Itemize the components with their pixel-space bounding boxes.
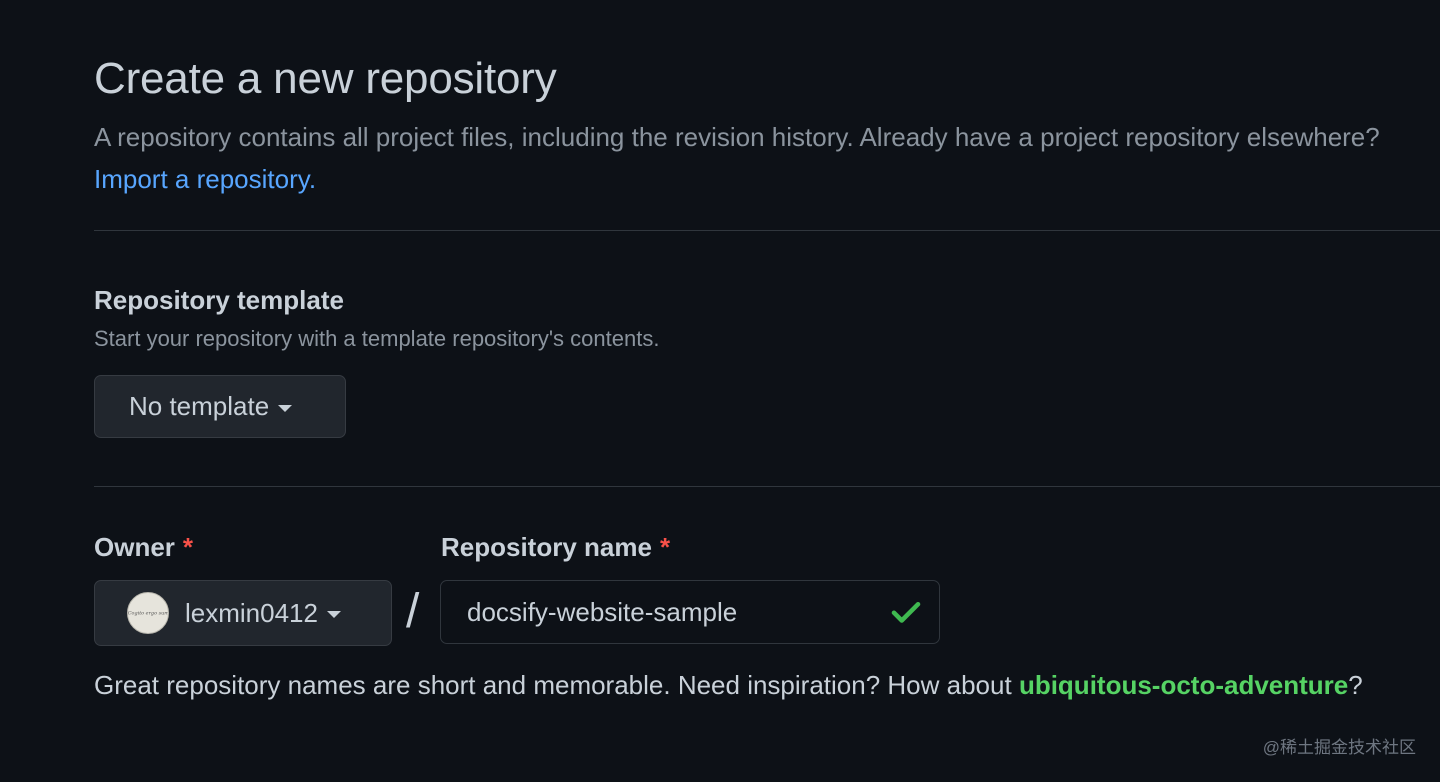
repo-name-label-text: Repository name [441, 532, 652, 562]
check-icon [891, 601, 921, 623]
template-section-note: Start your repository with a template re… [94, 326, 660, 351]
watermark: @稀土掘金技术社区 [1262, 738, 1416, 757]
hint-text: Great repository names are short and mem… [94, 670, 1012, 700]
repo-name-input[interactable] [441, 581, 889, 643]
avatar: Cogito ergo sum [127, 592, 169, 634]
name-suggestion-link[interactable]: ubiquitous-octo-adventure [1019, 670, 1348, 700]
owner-repo-separator: / [406, 585, 420, 638]
template-button-label: No template [129, 391, 270, 421]
hint-end: ? [1348, 670, 1363, 700]
repo-name-field [440, 580, 940, 644]
owner-name: lexmin0412 [185, 597, 318, 628]
import-repository-link[interactable]: Import a repository. [94, 164, 316, 194]
page-description: A repository contains all project files,… [94, 116, 1414, 200]
owner-label-text: Owner [94, 532, 175, 562]
page-title: Create a new repository [94, 54, 557, 103]
caret-down-icon [326, 611, 341, 618]
required-mark: * [182, 532, 194, 562]
owner-select-button[interactable]: Cogito ergo sum lexmin0412 [94, 580, 392, 646]
description-text: A repository contains all project files,… [94, 122, 1380, 152]
owner-label: Owner * [94, 532, 193, 563]
required-mark: * [659, 532, 671, 562]
repo-name-label: Repository name * [441, 532, 670, 563]
avatar-text: Cogito ergo sum [127, 610, 169, 616]
template-select-button[interactable]: No template [94, 375, 346, 438]
page: Create a new repository A repository con… [0, 0, 1440, 782]
divider [94, 486, 1440, 487]
divider [94, 230, 1440, 231]
caret-down-icon [278, 404, 293, 412]
repo-name-hint: Great repository names are short and mem… [94, 664, 1384, 706]
template-section-title: Repository template [94, 285, 344, 315]
